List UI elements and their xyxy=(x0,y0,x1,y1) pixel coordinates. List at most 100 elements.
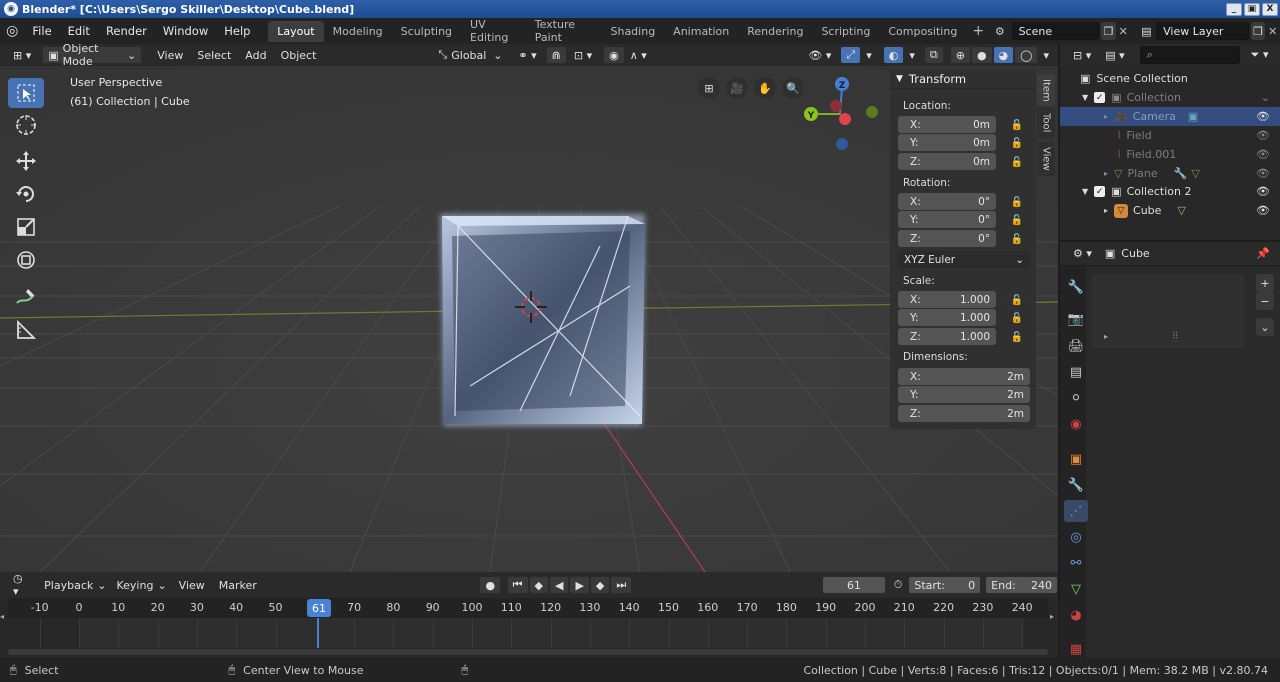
lock-icon[interactable]: 🔓 xyxy=(1010,137,1024,149)
tab-texture-paint[interactable]: Texture Paint xyxy=(526,14,602,48)
playhead-frame-badge[interactable]: 61 xyxy=(307,599,331,617)
viewport-menu-add[interactable]: Add xyxy=(238,49,273,62)
menu-help[interactable]: Help xyxy=(216,24,258,38)
tab-scripting[interactable]: Scripting xyxy=(812,21,879,42)
falloff-button[interactable]: ∧ ▾ xyxy=(624,46,652,64)
overlay-options-button[interactable]: ▾ xyxy=(904,46,920,64)
visibility-button[interactable]: 👁 ▾ xyxy=(803,46,837,64)
outliner-item-collection[interactable]: ▼ ✓ ▣ Collection ⌄ xyxy=(1060,88,1280,107)
add-slot-button[interactable]: + xyxy=(1256,274,1274,292)
eye-icon[interactable]: 👁 xyxy=(1256,167,1270,180)
filter-button[interactable]: ⏷ ▾ xyxy=(1245,46,1274,64)
location-x-field[interactable]: X: 0m xyxy=(898,116,996,133)
tab-compositing[interactable]: Compositing xyxy=(879,21,966,42)
remove-slot-button[interactable]: − xyxy=(1256,292,1274,310)
timeline-menu-marker[interactable]: Marker xyxy=(212,579,264,592)
playhead-line[interactable] xyxy=(317,618,319,648)
cursor-tool[interactable] xyxy=(8,110,44,140)
world-tab[interactable]: ◉ xyxy=(1064,413,1088,435)
menu-window[interactable]: Window xyxy=(155,24,216,38)
tab-uv-editing[interactable]: UV Editing xyxy=(461,14,526,48)
view-layer-tab[interactable]: ▤ xyxy=(1064,361,1088,383)
solid-shading-button[interactable]: ● xyxy=(970,46,993,64)
render-tab[interactable]: 📷 xyxy=(1064,308,1088,330)
play-button[interactable]: ▶ xyxy=(569,576,590,594)
lock-icon[interactable]: 🔓 xyxy=(1010,196,1024,208)
physics-tab[interactable]: ◎ xyxy=(1064,526,1088,548)
view-layer-icon[interactable]: ▤ xyxy=(1137,25,1157,38)
maximize-button[interactable]: ▣ xyxy=(1244,2,1260,16)
record-button[interactable]: ● xyxy=(479,576,502,594)
location-z-field[interactable]: Z: 0m xyxy=(898,153,996,170)
chevron-down-icon[interactable]: ⌄ xyxy=(1261,91,1270,104)
expand-arrow-icon[interactable]: ▸ xyxy=(1104,332,1108,341)
scene-icon[interactable]: ⚙ xyxy=(990,25,1010,38)
lock-icon[interactable]: 🔓 xyxy=(1010,214,1024,226)
material-slot-list[interactable]: ▸ ⠿ xyxy=(1092,274,1244,348)
wireframe-shading-button[interactable]: ⊕ xyxy=(949,46,971,64)
display-mode-button[interactable]: ▤ ▾ xyxy=(1100,46,1130,64)
object-tab[interactable]: ▣ xyxy=(1064,448,1088,470)
remove-view-layer-icon[interactable]: ✕ xyxy=(1265,25,1280,38)
eye-icon[interactable]: 👁 xyxy=(1256,148,1270,161)
view-layer-field[interactable]: View Layer xyxy=(1156,22,1249,40)
outliner-editor-type-button[interactable]: ⊟ ▾ xyxy=(1068,46,1097,64)
scene-tab[interactable]: ⚪ xyxy=(1064,387,1088,409)
tab-shading[interactable]: Shading xyxy=(601,21,664,42)
start-frame-field[interactable]: Start: 0 xyxy=(908,576,982,594)
lock-icon[interactable]: 🔓 xyxy=(1010,233,1024,245)
outliner-item-field[interactable]: ⦚ Field 👁 xyxy=(1060,126,1280,145)
xray-toggle-button[interactable]: ⧉ xyxy=(923,46,944,64)
resize-handle-icon[interactable]: ⠿ xyxy=(1172,332,1179,342)
play-reverse-button[interactable]: ◀ xyxy=(548,576,570,594)
checkbox-icon[interactable]: ✓ xyxy=(1094,92,1106,103)
timeline-menu-view[interactable]: View xyxy=(172,579,212,592)
timeline-editor-type-button[interactable]: ◷ ▾ xyxy=(8,572,36,598)
outliner-item-cube[interactable]: ▸ ▽ Cube ▽ 👁 xyxy=(1060,201,1280,220)
editor-type-button[interactable]: ⊞ ▾ xyxy=(8,46,37,64)
particles-tab[interactable]: ⋰ xyxy=(1064,500,1088,522)
overlay-toggle-button[interactable]: ◐ xyxy=(882,46,905,64)
constraints-tab[interactable]: ⚯ xyxy=(1064,552,1088,574)
jump-start-button[interactable]: ⏮ xyxy=(506,576,529,594)
scroll-right-icon[interactable]: ▸ xyxy=(1050,612,1054,621)
outliner-search-input[interactable]: ⌕ xyxy=(1139,46,1240,64)
close-window-button[interactable]: X xyxy=(1262,2,1278,16)
keying-dropdown[interactable]: Keying ⌄ xyxy=(111,576,172,594)
blender-menu-icon[interactable]: ◎ xyxy=(0,23,24,39)
sidebar-tab-tool[interactable]: Tool xyxy=(1037,107,1055,139)
slot-specials-button[interactable]: ⌄ xyxy=(1256,318,1274,336)
menu-edit[interactable]: Edit xyxy=(60,24,98,38)
eye-icon[interactable]: 👁 xyxy=(1256,185,1270,198)
proportional-edit-button[interactable]: ◉ xyxy=(603,46,625,64)
tab-animation[interactable]: Animation xyxy=(664,21,738,42)
select-box-tool[interactable] xyxy=(8,78,44,108)
playback-dropdown[interactable]: Playback ⌄ xyxy=(39,576,112,594)
rotation-mode-dropdown[interactable]: XYZ Euler ⌄ xyxy=(898,251,1030,268)
scroll-left-icon[interactable]: ◂ xyxy=(0,612,4,621)
material-shading-button[interactable]: ◕ xyxy=(992,46,1015,64)
copy-scene-icon[interactable]: ❐ xyxy=(1101,22,1116,40)
location-y-field[interactable]: Y: 0m xyxy=(898,134,996,151)
texture-tab[interactable]: ▦ xyxy=(1064,638,1088,660)
eye-icon[interactable]: 👁 xyxy=(1256,110,1270,123)
eye-icon[interactable]: 👁 xyxy=(1256,129,1270,142)
outliner-item-field-001[interactable]: ⦚ Field.001 👁 xyxy=(1060,145,1280,164)
scale-y-field[interactable]: Y: 1.000 xyxy=(898,309,996,326)
snap-toggle-button[interactable]: ⋒ xyxy=(545,46,567,64)
scale-x-field[interactable]: X: 1.000 xyxy=(898,291,996,308)
outliner-item-collection-2[interactable]: ▼ ✓ ▣ Collection 2 👁 xyxy=(1060,182,1280,201)
modifiers-tab[interactable]: 🔧 xyxy=(1064,474,1088,496)
output-tab[interactable]: 🖨 xyxy=(1064,335,1088,357)
outliner-item-camera[interactable]: ▸ 🎥 Camera ▣ 👁 xyxy=(1060,107,1280,126)
jump-end-button[interactable]: ⏭ xyxy=(610,576,633,594)
rotate-tool[interactable] xyxy=(8,179,44,209)
object-data-tab[interactable]: ▽ xyxy=(1064,578,1088,600)
viewport-menu-view[interactable]: View xyxy=(150,49,190,62)
lock-icon[interactable]: 🔓 xyxy=(1010,312,1024,324)
stopwatch-icon[interactable]: ⏱ xyxy=(894,578,903,592)
zoom-view-button[interactable]: 🔍 xyxy=(782,77,804,99)
sidebar-tab-item[interactable]: Item xyxy=(1037,74,1055,106)
end-frame-field[interactable]: End: 240 xyxy=(985,576,1058,594)
outliner-item-scene-collection[interactable]: ▣ Scene Collection xyxy=(1060,69,1280,88)
